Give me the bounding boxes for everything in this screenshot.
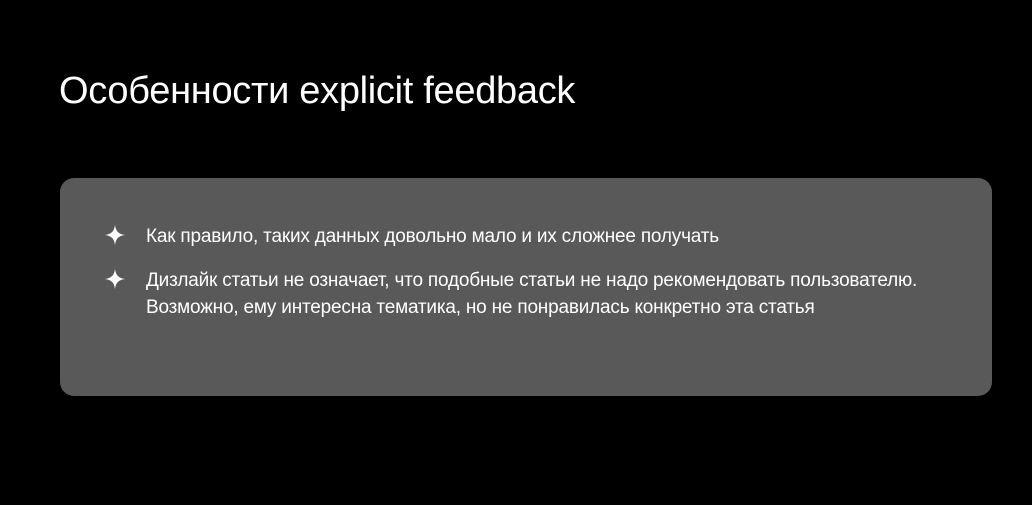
slide-title: Особенности explicit feedback (59, 70, 576, 112)
content-card: Как правило, таких данных довольно мало … (60, 178, 992, 396)
bullet-item: Как правило, таких данных довольно мало … (104, 223, 964, 250)
bullet-text: Дизлайк статьи не означает, что подобные… (146, 270, 918, 318)
bullet-list: Как правило, таких данных довольно мало … (104, 223, 964, 338)
bullet-text: Как правило, таких данных довольно мало … (146, 226, 719, 247)
sparkle-icon (104, 224, 126, 246)
bullet-item: Дизлайк статьи не означает, что подобные… (104, 267, 964, 321)
sparkle-icon (104, 268, 126, 290)
